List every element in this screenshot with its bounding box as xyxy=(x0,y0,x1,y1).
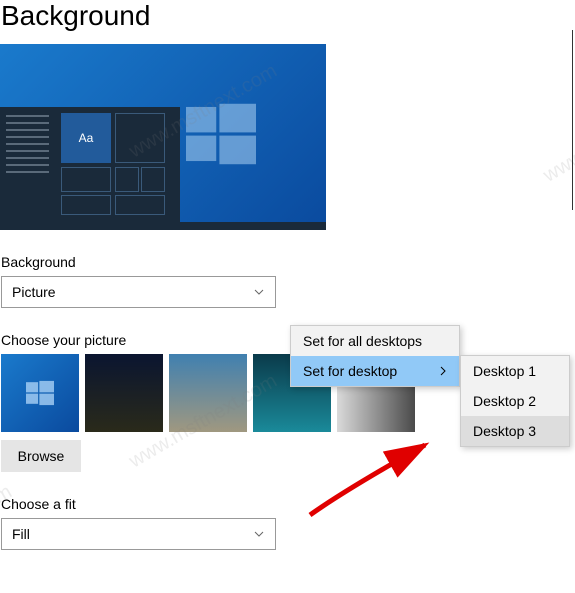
thumbnail-item[interactable] xyxy=(169,354,247,432)
desktop-preview: Aa xyxy=(0,44,326,230)
page-title: Background xyxy=(0,0,575,44)
choose-fit-label: Choose a fit xyxy=(0,496,575,512)
windows-logo-icon xyxy=(186,99,256,169)
chevron-right-icon xyxy=(439,365,447,377)
menu-item-label: Desktop 1 xyxy=(473,363,536,379)
menu-item-set-for-desktop[interactable]: Set for desktop xyxy=(291,356,459,386)
browse-button[interactable]: Browse xyxy=(1,440,81,472)
chevron-down-icon xyxy=(253,528,265,540)
thumbnail-item[interactable] xyxy=(85,354,163,432)
fit-dropdown[interactable]: Fill xyxy=(1,518,276,550)
context-menu-secondary: Desktop 1 Desktop 2 Desktop 3 xyxy=(460,355,570,447)
menu-item-label: Desktop 2 xyxy=(473,393,536,409)
submenu-item-desktop-2[interactable]: Desktop 2 xyxy=(461,386,569,416)
background-type-dropdown[interactable]: Picture xyxy=(1,276,276,308)
context-menu-primary: Set for all desktops Set for desktop xyxy=(290,325,460,387)
fit-value: Fill xyxy=(12,526,30,542)
preview-accent-tile: Aa xyxy=(61,113,111,163)
chevron-down-icon xyxy=(253,286,265,298)
menu-item-set-all-desktops[interactable]: Set for all desktops xyxy=(291,326,459,356)
submenu-item-desktop-3[interactable]: Desktop 3 xyxy=(461,416,569,446)
menu-item-label: Set for all desktops xyxy=(303,333,422,349)
windows-logo-icon xyxy=(26,379,54,407)
thumbnail-item[interactable] xyxy=(1,354,79,432)
submenu-item-desktop-1[interactable]: Desktop 1 xyxy=(461,356,569,386)
choose-picture-label: Choose your picture xyxy=(0,332,575,348)
scrollbar-track[interactable] xyxy=(572,30,573,210)
menu-item-label: Set for desktop xyxy=(303,363,397,379)
menu-item-label: Desktop 3 xyxy=(473,423,536,439)
background-type-value: Picture xyxy=(12,284,56,300)
watermark: www.m xyxy=(539,135,575,187)
background-label: Background xyxy=(0,254,575,270)
